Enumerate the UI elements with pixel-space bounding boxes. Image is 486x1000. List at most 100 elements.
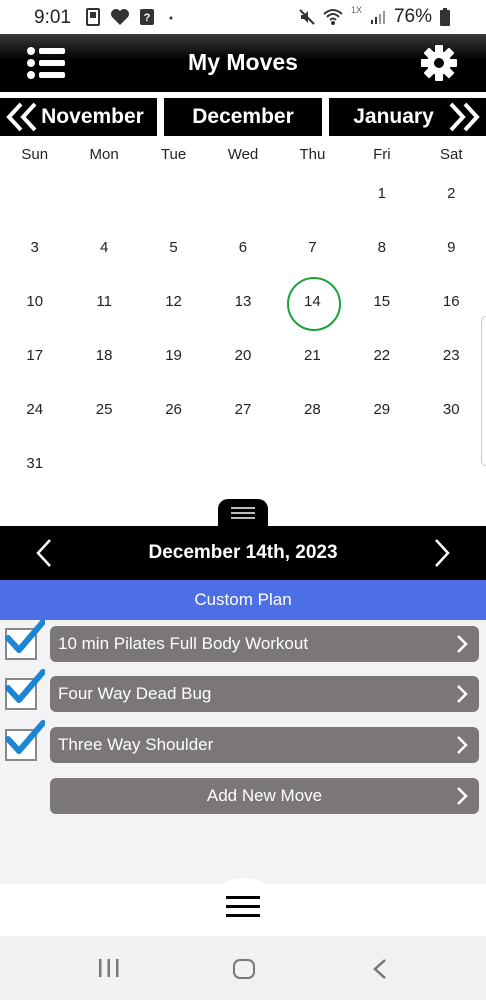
calendar-day[interactable]: 27: [208, 383, 277, 437]
page-title: My Moves: [188, 49, 298, 75]
calendar-day[interactable]: 11: [69, 275, 138, 329]
calendar-day[interactable]: 21: [278, 329, 347, 383]
scroll-indicator: [481, 316, 486, 466]
calendar-day[interactable]: 3: [0, 221, 69, 275]
move-checkbox[interactable]: [5, 619, 45, 660]
home-icon[interactable]: [233, 959, 255, 979]
calendar-day[interactable]: 1: [347, 167, 416, 221]
calendar-day-number: 26: [165, 401, 182, 418]
prev-month-button[interactable]: November: [0, 98, 157, 136]
dot-icon: [169, 16, 173, 20]
calendar-day[interactable]: 10: [0, 275, 69, 329]
checkmark-icon: [5, 720, 45, 754]
calendar-day[interactable]: 2: [417, 167, 486, 221]
settings-button[interactable]: [420, 44, 458, 82]
calendar-week: 3 4 5 6 7 8 9: [0, 221, 486, 275]
add-new-move-button[interactable]: Add New Move: [50, 778, 479, 814]
calendar-day-number: 8: [377, 239, 386, 256]
calendar-day-number: 25: [95, 401, 113, 418]
calendar-day[interactable]: 20: [208, 329, 277, 383]
list-item: Four Way Dead Bug: [0, 669, 486, 712]
calendar-day-number: 20: [234, 347, 252, 364]
bottom-menu-button[interactable]: [198, 878, 288, 936]
calendar-day-number: 28: [304, 401, 321, 418]
calendar-day-number: 16: [442, 293, 460, 310]
move-checkbox[interactable]: [5, 669, 45, 710]
calendar-day[interactable]: 18: [69, 329, 138, 383]
calendar-day-number: 19: [165, 347, 182, 364]
calendar-day[interactable]: 12: [139, 275, 208, 329]
calendar-day-today[interactable]: 14: [278, 275, 347, 331]
move-button[interactable]: Three Way Shoulder: [50, 727, 479, 763]
mute-icon: [299, 9, 315, 25]
calendar-day-number: 9: [447, 239, 456, 256]
calendar-empty-cell: [139, 167, 208, 221]
calendar-week: 10 11 12 13 14 15 16: [0, 275, 486, 331]
chevron-right-icon[interactable]: [432, 538, 452, 568]
chevron-right-icon: [457, 736, 468, 754]
move-button[interactable]: Four Way Dead Bug: [50, 676, 479, 712]
drawer-handle[interactable]: [218, 499, 268, 527]
calendar-day[interactable]: 6: [208, 221, 277, 275]
calendar-day[interactable]: 9: [417, 221, 486, 275]
calendar-week: 17 18 19 20 21 22 23: [0, 329, 486, 383]
calendar-day[interactable]: 19: [139, 329, 208, 383]
calendar-day-number: 12: [165, 293, 182, 310]
calendar-day-number: 10: [26, 293, 44, 310]
calendar-empty-cell: [69, 437, 138, 491]
calendar-day[interactable]: 24: [0, 383, 69, 437]
calendar-day-number: 6: [238, 239, 248, 256]
calendar-day[interactable]: 16: [417, 275, 486, 329]
calendar-day[interactable]: 28: [278, 383, 347, 437]
calendar-day-number: 15: [373, 293, 391, 310]
back-icon[interactable]: [372, 958, 388, 980]
calendar-empty-cell: [347, 437, 416, 491]
chevron-right-icon: [457, 635, 468, 653]
calendar-day-number: 18: [95, 347, 113, 364]
calendar-day[interactable]: 8: [347, 221, 416, 275]
calendar-day[interactable]: 13: [208, 275, 277, 329]
calendar-day-number: 21: [304, 347, 321, 364]
calendar-day[interactable]: 30: [417, 383, 486, 437]
plan-title: Custom Plan: [0, 580, 486, 620]
calendar-week: 31: [0, 437, 486, 491]
add-move-row: Add New Move: [0, 772, 486, 814]
calendar-day-number: 24: [26, 401, 44, 418]
calendar-empty-cell: [278, 167, 347, 221]
battery-percent: 76%: [393, 6, 432, 27]
selected-date: December 14th, 2023: [148, 542, 338, 563]
list-item: Three Way Shoulder: [0, 720, 486, 763]
calendar-day[interactable]: 26: [139, 383, 208, 437]
calendar-day[interactable]: 29: [347, 383, 416, 437]
calendar-day[interactable]: 17: [0, 329, 69, 383]
calendar-day[interactable]: 15: [347, 275, 416, 329]
calendar-day[interactable]: 25: [69, 383, 138, 437]
move-button[interactable]: 10 min Pilates Full Body Workout: [50, 626, 479, 662]
move-checkbox[interactable]: [5, 720, 45, 761]
calendar-day[interactable]: 22: [347, 329, 416, 383]
calendar-day[interactable]: 31: [0, 437, 69, 491]
phone-icon: [86, 8, 100, 26]
recents-icon[interactable]: [98, 958, 120, 978]
calendar-day[interactable]: 5: [139, 221, 208, 275]
status-time: 9:01: [34, 7, 71, 28]
calendar-day-number: 3: [30, 239, 39, 256]
calendar-day[interactable]: 7: [278, 221, 347, 275]
calendar-day[interactable]: 4: [69, 221, 138, 275]
calendar-week: 24 25 26 27 28 29 30: [0, 383, 486, 437]
next-month-button[interactable]: January: [329, 98, 486, 136]
move-label: Four Way Dead Bug: [58, 684, 212, 703]
calendar-day-number: 1: [377, 185, 386, 202]
add-move-label: Add New Move: [206, 786, 323, 805]
calendar-day-number: 14: [304, 293, 321, 310]
calendar-day-number: 11: [96, 293, 112, 310]
calendar-empty-cell: [208, 167, 277, 221]
double-chevron-left-icon: [6, 102, 37, 132]
system-nav-bar: [0, 936, 486, 1000]
calendar-week: 12: [0, 167, 486, 221]
heart-shield-icon: [111, 9, 129, 25]
checkmark-icon: [5, 619, 45, 653]
current-month-label: December: [192, 105, 294, 128]
calendar-day[interactable]: 23: [417, 329, 486, 383]
question-icon: ?: [140, 9, 154, 25]
